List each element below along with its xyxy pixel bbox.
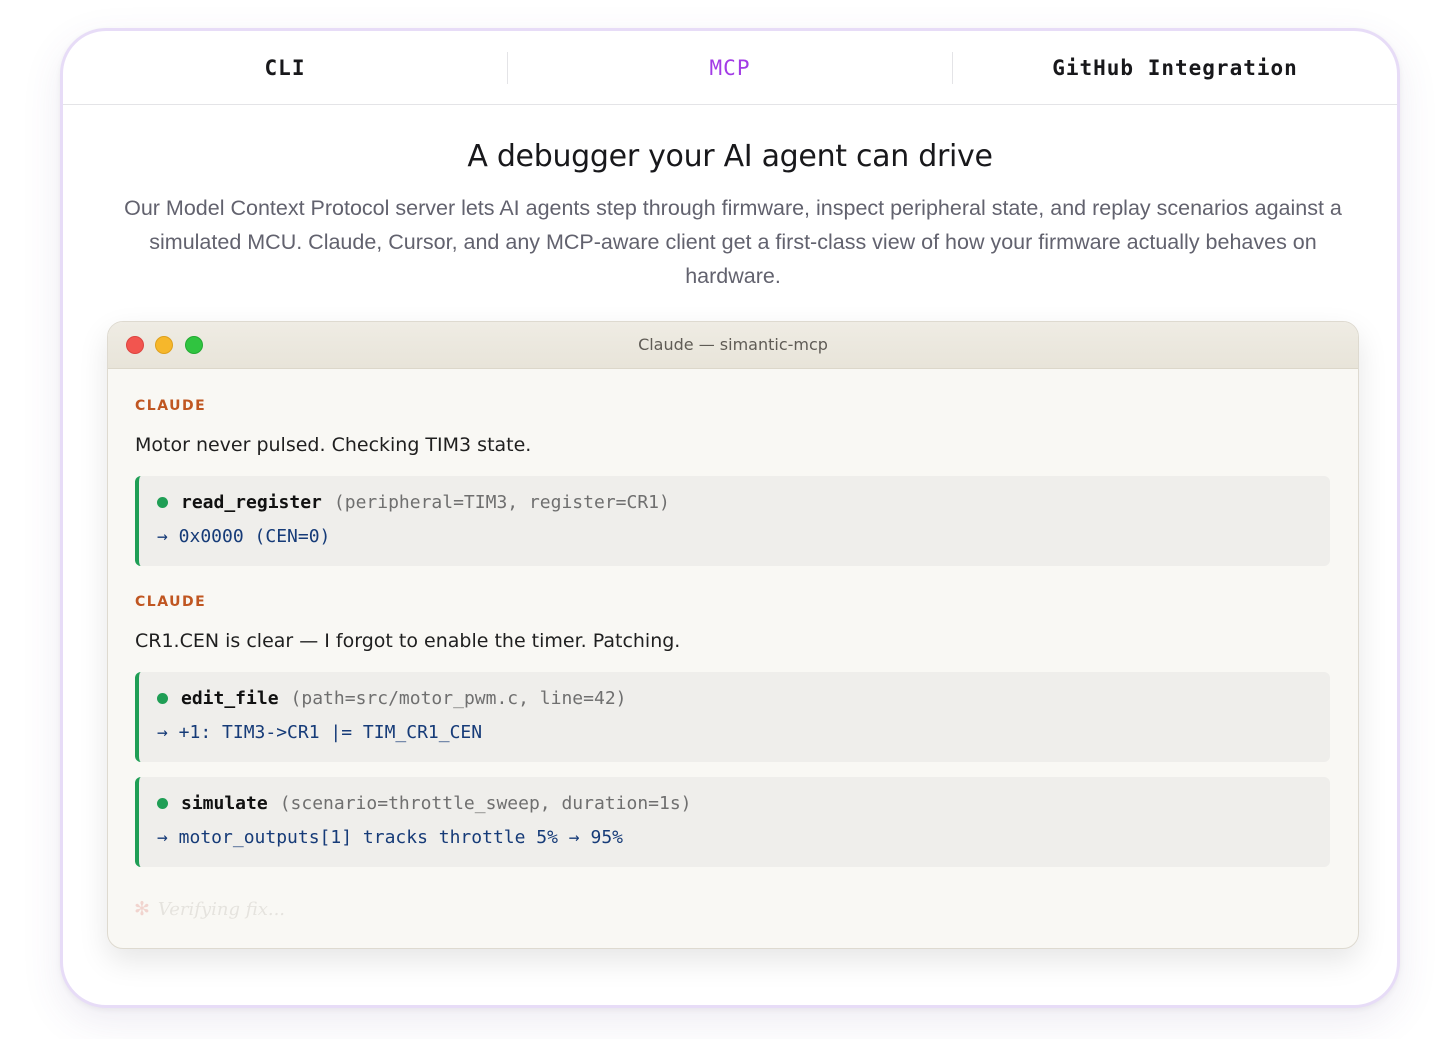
tool-name: edit_file <box>181 688 279 709</box>
tool-call-line: simulate (scenario=throttle_sweep, durati… <box>157 793 692 814</box>
tab-mcp[interactable]: MCP <box>508 31 952 104</box>
tool-result: → motor_outputs[1] tracks throttle 5% → … <box>157 827 623 848</box>
tool-result: → +1: TIM3->CR1 |= TIM_CR1_CEN <box>157 722 483 743</box>
tool-name: read_register <box>181 492 322 513</box>
tool-call-card: simulate (scenario=throttle_sweep, durati… <box>135 777 1330 867</box>
tool-call-card: read_register (peripheral=TIM3, register=… <box>135 476 1330 566</box>
pending-status-text: Verifying fix... <box>157 898 286 920</box>
tool-args: (scenario=throttle_sweep, duration=1s) <box>279 793 692 814</box>
tab-cli[interactable]: CLI <box>63 31 507 104</box>
speaker-label: CLAUDE <box>135 398 207 414</box>
tab-bar: CLI MCP GitHub Integration <box>63 31 1397 105</box>
tool-result: → 0x0000 (CEN=0) <box>157 526 331 547</box>
window-title: Claude — simantic-mcp <box>638 335 828 354</box>
tab-github-integration[interactable]: GitHub Integration <box>953 31 1397 104</box>
tool-args: (peripheral=TIM3, register=CR1) <box>333 492 670 513</box>
tool-call-line: edit_file (path=src/motor_pwm.c, line=42) <box>157 688 627 709</box>
window-titlebar: Claude — simantic-mcp <box>108 322 1358 369</box>
assistant-message: CR1.CEN is clear — I forgot to enable th… <box>135 630 681 652</box>
spinner-asterisk-icon: ✻ <box>134 898 150 920</box>
tool-call-card: edit_file (path=src/motor_pwm.c, line=42)… <box>135 672 1330 762</box>
section-description: Our Model Context Protocol server lets A… <box>124 196 1342 288</box>
pending-status: ✻ Verifying fix... <box>134 898 285 920</box>
section-title: A debugger your AI agent can drive <box>467 139 993 174</box>
assistant-message: Motor never pulsed. Checking TIM3 state. <box>135 434 532 456</box>
feature-card: CLI MCP GitHub Integration A debugger yo… <box>60 28 1400 1008</box>
speaker-label: CLAUDE <box>135 594 207 610</box>
tool-call-line: read_register (peripheral=TIM3, register=… <box>157 492 670 513</box>
success-status-icon <box>157 497 168 508</box>
success-status-icon <box>157 693 168 704</box>
tool-name: simulate <box>181 793 268 814</box>
terminal-window: Claude — simantic-mcp CLAUDE Motor never… <box>107 321 1359 949</box>
success-status-icon <box>157 798 168 809</box>
tool-args: (path=src/motor_pwm.c, line=42) <box>290 688 627 709</box>
